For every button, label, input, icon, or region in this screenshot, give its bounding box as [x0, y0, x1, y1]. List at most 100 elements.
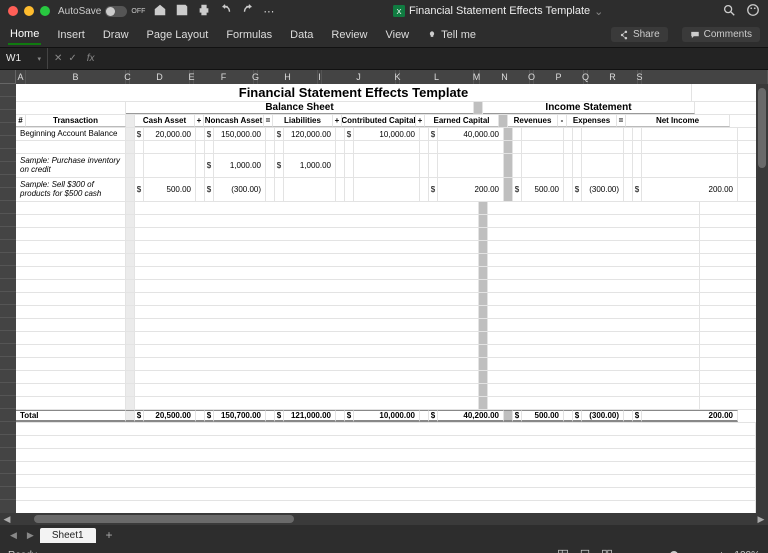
cell[interactable] [513, 128, 522, 140]
cell[interactable]: Cash Asset [135, 115, 195, 127]
row-header[interactable] [0, 357, 16, 370]
row-header[interactable] [0, 435, 16, 448]
row-header[interactable] [0, 136, 16, 149]
cell[interactable] [479, 254, 488, 266]
cell[interactable] [126, 319, 135, 331]
cell[interactable] [16, 423, 756, 435]
row-header[interactable] [0, 461, 16, 474]
row-header[interactable] [0, 396, 16, 409]
cell[interactable]: Income Statement [483, 102, 695, 114]
autosave-toggle[interactable]: AutoSave OFF [58, 6, 145, 17]
cell[interactable] [504, 178, 513, 201]
cell[interactable] [488, 306, 700, 318]
cell[interactable] [504, 128, 513, 140]
cell[interactable]: $ [513, 178, 522, 201]
row-header[interactable] [0, 149, 16, 162]
cell[interactable] [624, 410, 633, 422]
cell[interactable] [479, 319, 488, 331]
search-icon[interactable] [722, 3, 736, 20]
cell[interactable] [16, 358, 126, 370]
cell[interactable]: Revenues [508, 115, 558, 127]
horizontal-scroll-thumb[interactable] [34, 515, 294, 523]
cell[interactable]: (300.00) [582, 410, 624, 422]
cell[interactable] [196, 128, 205, 140]
column-header[interactable]: D [130, 70, 190, 84]
row-header[interactable] [0, 409, 16, 422]
cell[interactable]: Beginning Account Balance [16, 128, 126, 140]
cell[interactable] [624, 178, 633, 201]
cell[interactable] [438, 154, 504, 177]
autosave-switch-icon[interactable] [105, 6, 127, 17]
cell[interactable]: $ [205, 410, 214, 422]
cell[interactable] [420, 154, 429, 177]
cell[interactable] [126, 332, 135, 344]
cell[interactable]: Sample: Purchase inventory on credit [16, 154, 126, 177]
cell[interactable]: (300.00) [214, 178, 266, 201]
cell[interactable] [16, 436, 756, 448]
cell[interactable] [16, 141, 126, 153]
cell[interactable]: # [16, 115, 26, 127]
tab-data[interactable]: Data [288, 26, 315, 44]
cell[interactable] [135, 228, 479, 240]
cell[interactable]: $ [429, 128, 438, 140]
cell[interactable] [474, 102, 483, 114]
cell[interactable] [126, 345, 135, 357]
tab-home[interactable]: Home [8, 25, 41, 45]
cell[interactable] [16, 306, 126, 318]
cell[interactable] [499, 115, 508, 127]
cell[interactable] [126, 410, 135, 422]
cell[interactable]: $ [345, 410, 354, 422]
cell[interactable] [126, 371, 135, 383]
cell[interactable]: $ [205, 178, 214, 201]
cell[interactable] [642, 141, 738, 153]
cell[interactable]: $ [513, 410, 522, 422]
row-header[interactable] [0, 279, 16, 292]
sheet-tab-sheet1[interactable]: Sheet1 [40, 528, 96, 543]
cell[interactable]: Sample: Sell $300 of products for $500 c… [16, 178, 126, 201]
cell[interactable] [16, 397, 126, 409]
cell[interactable] [135, 241, 479, 253]
fx-icon[interactable]: fx [83, 53, 95, 64]
cell[interactable]: (300.00) [582, 178, 624, 201]
cell[interactable] [266, 410, 275, 422]
scroll-left-icon[interactable]: ◀ [0, 514, 14, 525]
cell[interactable] [126, 306, 135, 318]
cell[interactable] [522, 154, 564, 177]
cell[interactable] [144, 154, 196, 177]
save-icon[interactable] [175, 3, 189, 20]
row-header[interactable] [0, 474, 16, 487]
cell[interactable] [633, 154, 642, 177]
row-header[interactable] [0, 110, 16, 123]
select-all-triangle[interactable] [0, 70, 16, 84]
row-header[interactable] [0, 318, 16, 331]
column-header[interactable]: N [480, 70, 530, 84]
cell[interactable] [354, 141, 420, 153]
cell[interactable]: = [617, 115, 626, 127]
close-icon[interactable] [8, 6, 18, 16]
cell[interactable]: Financial Statement Effects Template [16, 84, 692, 101]
vertical-scroll-thumb[interactable] [758, 88, 766, 168]
cell[interactable] [126, 141, 135, 153]
cell[interactable] [573, 154, 582, 177]
row-header[interactable] [0, 240, 16, 253]
cell[interactable] [126, 215, 135, 227]
cell[interactable]: $ [633, 410, 642, 422]
cell[interactable] [135, 280, 479, 292]
row-header[interactable] [0, 383, 16, 396]
row-header[interactable] [0, 84, 16, 97]
cell[interactable] [16, 293, 126, 305]
cell[interactable] [16, 345, 126, 357]
cell[interactable] [522, 128, 564, 140]
cell[interactable] [488, 241, 700, 253]
cell[interactable] [479, 267, 488, 279]
cell[interactable] [135, 332, 479, 344]
cell[interactable] [135, 154, 144, 177]
cell[interactable] [336, 141, 345, 153]
cell[interactable] [488, 202, 700, 214]
cell[interactable] [126, 228, 135, 240]
cell[interactable] [135, 371, 479, 383]
zoom-in-icon[interactable]: + [719, 550, 725, 553]
cell[interactable] [16, 254, 126, 266]
cell[interactable] [642, 154, 738, 177]
cell[interactable] [126, 254, 135, 266]
